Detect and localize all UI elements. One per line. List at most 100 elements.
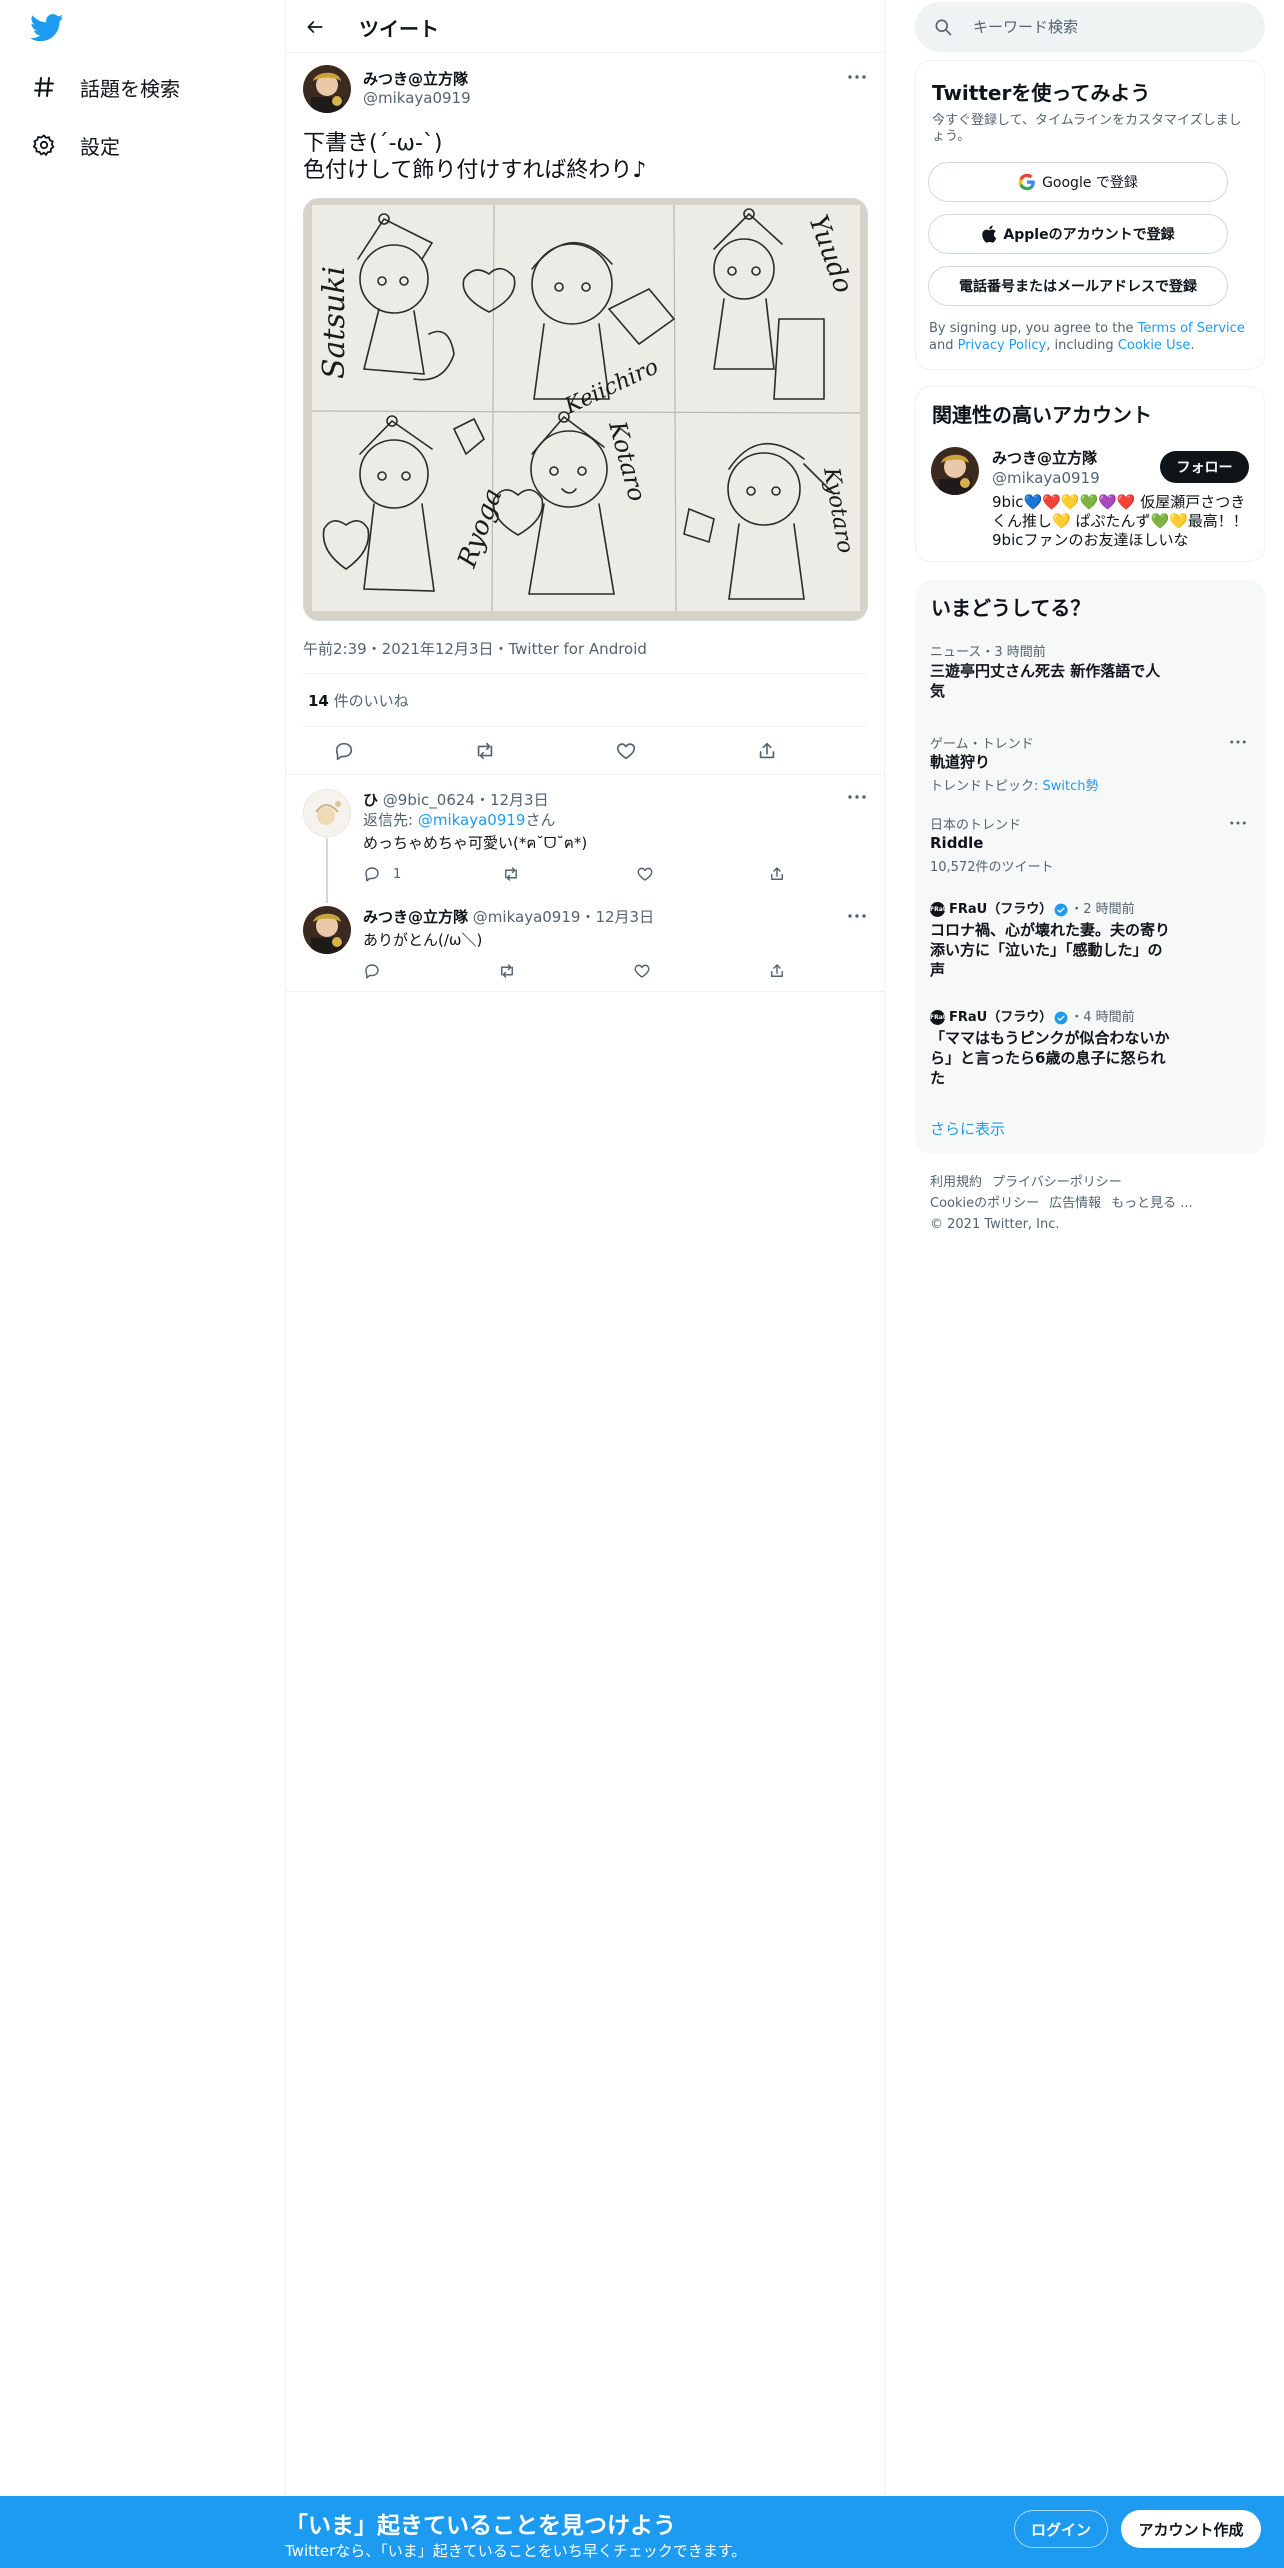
login-button[interactable]: ログイン xyxy=(1014,2510,1108,2548)
retweet-button[interactable] xyxy=(470,736,500,766)
reply-button[interactable] xyxy=(329,736,359,766)
trend-2-title[interactable]: 軌道狩り xyxy=(930,752,1170,772)
frau-logo-icon: FRaU xyxy=(930,1010,948,1025)
more-dots-icon xyxy=(848,795,866,799)
trend-2-topic: トレンドトピック: Switch勢 xyxy=(930,779,1099,794)
relevant-accounts-title: 関連性の高いアカウント xyxy=(932,403,1152,427)
tweet-image[interactable]: Satsuki Keiichiro Yuudo Ryoga Kotaro Kyo… xyxy=(303,198,868,621)
reply-icon xyxy=(365,867,379,882)
reply-author-avatar[interactable] xyxy=(303,789,351,837)
footer-link-privacy[interactable]: プライバシーポリシー xyxy=(992,1175,1122,1190)
left-sidebar: 話題を検索 設定 xyxy=(0,0,285,2568)
trend-4-time: ・2 時間前 xyxy=(1070,902,1135,917)
trend-5-time: ・4 時間前 xyxy=(1070,1010,1135,1025)
relevant-account-avatar[interactable] xyxy=(931,447,979,495)
footer-links: 利用規約 プライバシーポリシー Cookieのポリシー 広告情報 もっと見る ... … xyxy=(930,1172,1250,1235)
reply-2-date[interactable]: 12月3日 xyxy=(595,908,654,926)
terms-of-service-link[interactable]: Terms of Service xyxy=(1138,321,1245,336)
relevant-accounts-card: 関連性の高いアカウント みつき@立方隊 @mikaya0919 フォロー 9bi… xyxy=(915,386,1265,562)
trend-5-source-name: FRaU（フラウ） xyxy=(949,1010,1053,1025)
trends-title: いまどうしてる？ xyxy=(931,596,1091,620)
follow-button[interactable]: フォロー xyxy=(1160,451,1249,483)
reply-1-like-button[interactable] xyxy=(636,863,654,885)
tweet-timestamp[interactable]: 午前2:39・2021年12月3日・Twitter for Android xyxy=(303,638,647,659)
nav-explore[interactable]: 話題を検索 xyxy=(30,67,180,107)
apple-signup-label: Appleのアカウントで登録 xyxy=(1003,227,1175,243)
footer-link-more[interactable]: もっと見る ... xyxy=(1111,1196,1193,1211)
reply-1-mention-link[interactable]: @mikaya0919 xyxy=(418,811,526,829)
phone-email-signup-button[interactable]: 電話番号またはメールアドレスで登録 xyxy=(928,266,1228,306)
reply-2-reply-button[interactable] xyxy=(363,960,381,982)
trend-3-title[interactable]: Riddle xyxy=(930,833,1170,853)
reply-1-author-handle[interactable]: @9bic_0624 xyxy=(383,791,475,809)
reply-2-text: ありがとん(/ω＼) xyxy=(363,931,483,949)
like-button[interactable] xyxy=(611,736,641,766)
create-account-button[interactable]: アカウント作成 xyxy=(1121,2510,1261,2548)
trend-2-more-button[interactable] xyxy=(1225,733,1251,751)
signature-satsuki: Satsuki xyxy=(317,266,352,379)
more-options-button[interactable] xyxy=(844,67,870,87)
more-dots-icon xyxy=(1230,740,1246,744)
trend-2-topic-link[interactable]: Switch勢 xyxy=(1043,779,1099,794)
main-column: ツイート みつき@立方隊 @mikaya0919 下書き(´-ω-`) 色付けし… xyxy=(285,0,885,2500)
relevant-account-handle[interactable]: @mikaya0919 xyxy=(992,469,1100,487)
reply-icon xyxy=(365,964,379,979)
sketch-drawing: Satsuki Keiichiro Yuudo Ryoga Kotaro Kyo… xyxy=(304,199,867,620)
reply-1-author-name[interactable]: ひ xyxy=(363,791,378,809)
likes-count-link[interactable]: 14 件のいいね xyxy=(308,690,409,711)
privacy-policy-link[interactable]: Privacy Policy xyxy=(958,338,1047,353)
back-button[interactable] xyxy=(300,12,330,42)
search-input[interactable] xyxy=(973,18,1233,36)
reply-2-share-button[interactable] xyxy=(768,960,786,982)
reply-1-header: ひ @9bic_0624・12月3日 xyxy=(363,791,549,809)
relevant-account-name[interactable]: みつき@立方隊 xyxy=(992,447,1097,468)
signup-legal-text: By signing up, you agree to the Terms of… xyxy=(929,321,1245,353)
reply-2-more-button[interactable] xyxy=(844,906,870,926)
banner-title: 「いま」起きていることを見つけよう xyxy=(285,2513,676,2539)
reply-1-share-button[interactable] xyxy=(768,863,786,885)
heart-icon xyxy=(637,867,653,881)
trend-4-title[interactable]: コロナ禍、心が壊れた妻。夫の寄り添い方に「泣いた」「感動した」の声 xyxy=(930,920,1170,980)
reply-2-author-avatar[interactable] xyxy=(303,906,351,954)
reply-1-retweet-button[interactable] xyxy=(502,863,520,885)
nav-settings-label: 設定 xyxy=(80,134,120,159)
trend-3-more-button[interactable] xyxy=(1225,814,1251,832)
google-signup-button[interactable]: Google で登録 xyxy=(928,162,1228,202)
reply-2-retweet-button[interactable] xyxy=(498,960,516,982)
reply-1-more-button[interactable] xyxy=(844,787,870,807)
trend-3-tweet-count: 10,572件のツイート xyxy=(930,860,1054,875)
trend-1-title[interactable]: 三遊亭円丈さん死去 新作落語で人気 xyxy=(930,661,1170,701)
divider xyxy=(303,673,868,674)
tweet-author-handle[interactable]: @mikaya0919 xyxy=(363,89,471,107)
page-header: ツイート xyxy=(286,0,884,53)
search-box[interactable] xyxy=(915,2,1265,52)
tweet-text-line-2: 色付けして飾り付けすれば終わり♪ xyxy=(303,158,647,183)
more-dots-icon xyxy=(1230,821,1246,825)
show-more-link[interactable]: さらに表示 xyxy=(930,1118,1005,1139)
reply-1-reply-count: 1 xyxy=(393,866,402,882)
tweet-author-avatar[interactable] xyxy=(303,65,351,113)
nav-settings[interactable]: 設定 xyxy=(30,125,120,165)
reply-2-header: みつき@立方隊 @mikaya0919・12月3日 xyxy=(363,908,655,926)
signup-card: Twitterを使ってみよう 今すぐ登録して、タイムラインをカスタマイズしましょ… xyxy=(915,60,1265,370)
reply-1-reply-button[interactable]: 1 xyxy=(363,863,401,885)
gear-icon xyxy=(30,131,58,159)
footer-link-ads[interactable]: 広告情報 xyxy=(1049,1196,1101,1211)
reply-2-author-name[interactable]: みつき@立方隊 xyxy=(363,908,468,926)
cookie-use-link[interactable]: Cookie Use xyxy=(1118,338,1191,353)
share-button[interactable] xyxy=(752,736,782,766)
banner-subtitle: Twitterなら、「いま」起きていることをいち早くチェックできます。 xyxy=(285,2542,747,2560)
footer-link-cookie[interactable]: Cookieのポリシー xyxy=(930,1196,1039,1211)
twitter-logo-icon[interactable] xyxy=(30,14,66,44)
footer-link-terms[interactable]: 利用規約 xyxy=(930,1175,982,1190)
reply-1-date[interactable]: 12月3日 xyxy=(490,791,549,809)
trend-2-category: ゲーム・トレンド xyxy=(930,737,1034,752)
nav-explore-label: 話題を検索 xyxy=(80,76,180,101)
page-title: ツイート xyxy=(359,17,439,41)
reply-2-author-handle[interactable]: @mikaya0919 xyxy=(473,908,581,926)
apple-signup-button[interactable]: Appleのアカウントで登録 xyxy=(928,214,1228,254)
trend-5-title[interactable]: 「ママはもうピンクが似合わないから」と言ったら6歳の息子に怒られた xyxy=(930,1028,1170,1088)
trend-5-source: FRaUFRaU（フラウ） ・4 時間前 xyxy=(930,1006,1135,1025)
tweet-author-name[interactable]: みつき@立方隊 xyxy=(363,68,468,89)
reply-2-like-button[interactable] xyxy=(633,960,651,982)
